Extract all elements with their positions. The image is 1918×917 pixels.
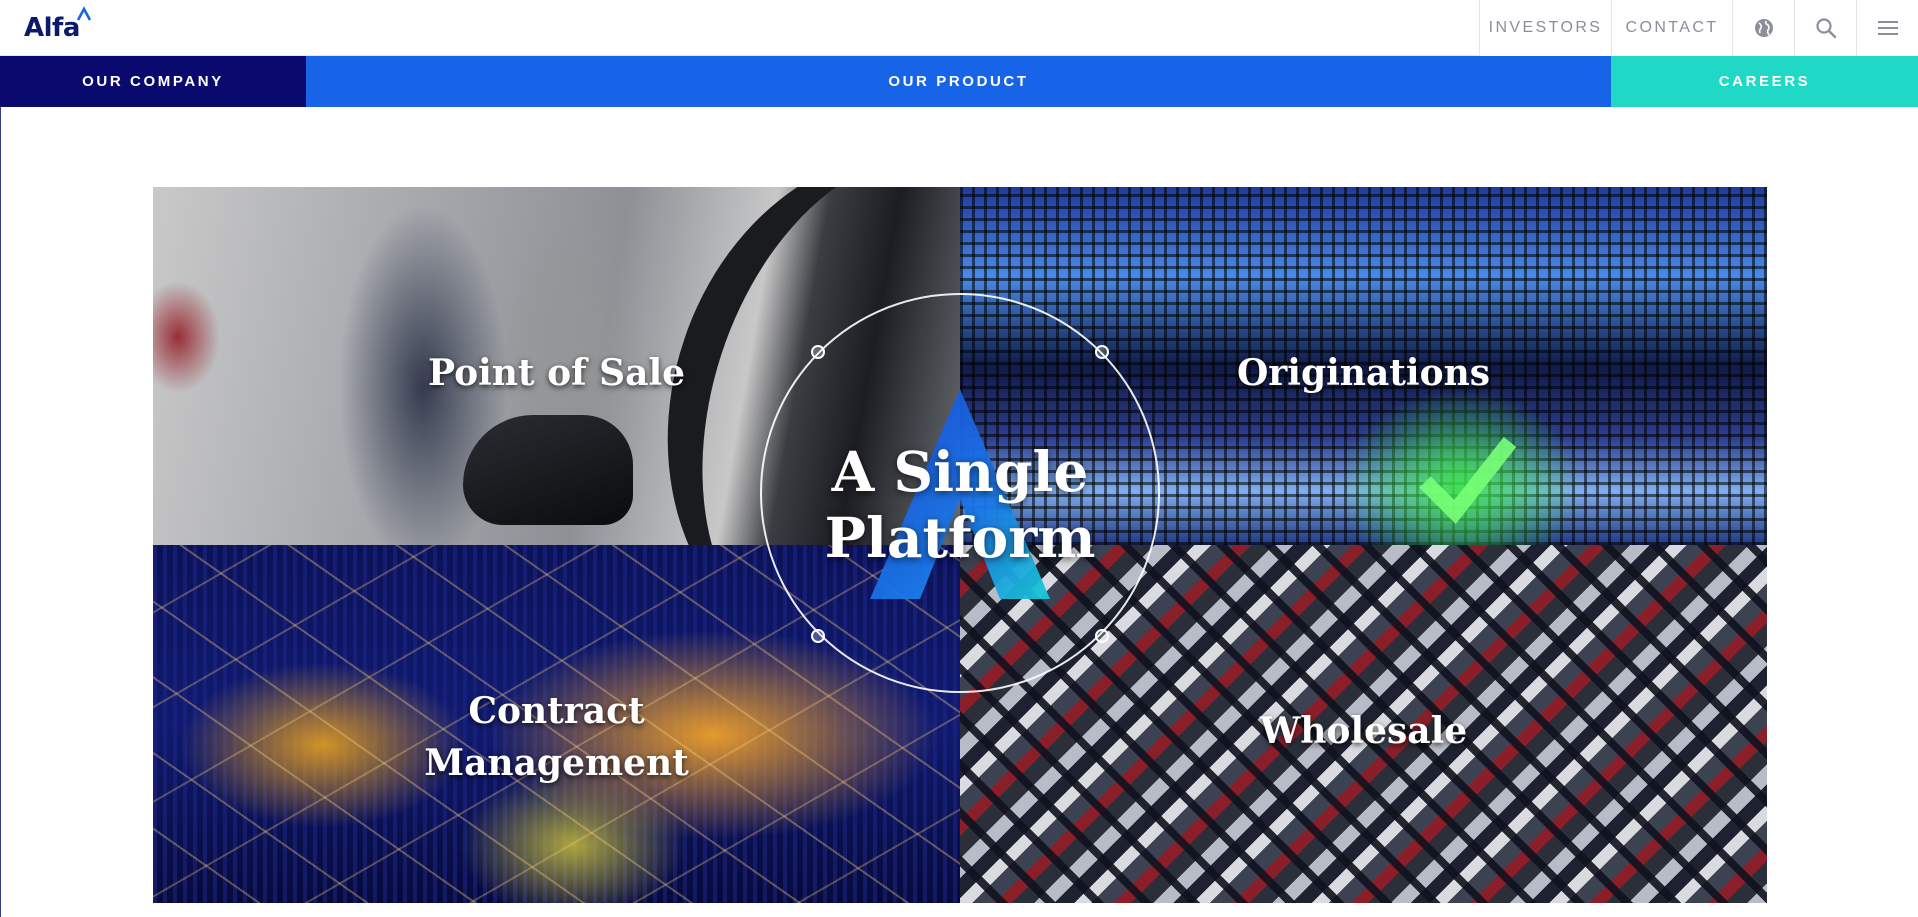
platform-title-line1: A Single (831, 439, 1089, 504)
search-icon (1815, 18, 1836, 39)
platform-title-line2: Platform (824, 505, 1096, 570)
logo-text: Alfa (24, 13, 80, 43)
platform-grid: Point of Sale Originations Contract Mana… (153, 187, 1767, 903)
ring-node (1095, 345, 1109, 359)
alfa-logo[interactable]: Alfa (24, 6, 92, 48)
contact-link[interactable]: CONTACT (1611, 0, 1732, 56)
ring-node (811, 629, 825, 643)
utility-nav: INVESTORS CONTACT (1479, 0, 1918, 56)
top-header: Alfa INVESTORS CONTACT (0, 0, 1918, 56)
main-nav: OUR COMPANY OUR PRODUCT CAREERS (0, 56, 1918, 107)
tile-label-management: Management (424, 742, 689, 784)
check-icon (1419, 437, 1517, 525)
car-side-mirror (463, 415, 633, 525)
ring-node (811, 345, 825, 359)
tile-label-contract: Contract (468, 690, 645, 732)
nav-careers[interactable]: CAREERS (1611, 56, 1918, 107)
ring-node (1095, 629, 1109, 643)
search-button[interactable] (1794, 0, 1856, 56)
nav-our-product[interactable]: OUR PRODUCT (306, 56, 1611, 107)
nav-our-company[interactable]: OUR COMPANY (0, 56, 306, 107)
language-button[interactable] (1732, 0, 1794, 56)
globe-icon (1754, 19, 1773, 37)
tile-label-wholesale: Wholesale (1259, 710, 1468, 752)
menu-button[interactable] (1856, 0, 1918, 56)
menu-icon (1877, 21, 1898, 35)
logo-chevron-icon (76, 6, 92, 21)
investors-link[interactable]: INVESTORS (1479, 0, 1611, 56)
page-left-border (0, 107, 1, 917)
